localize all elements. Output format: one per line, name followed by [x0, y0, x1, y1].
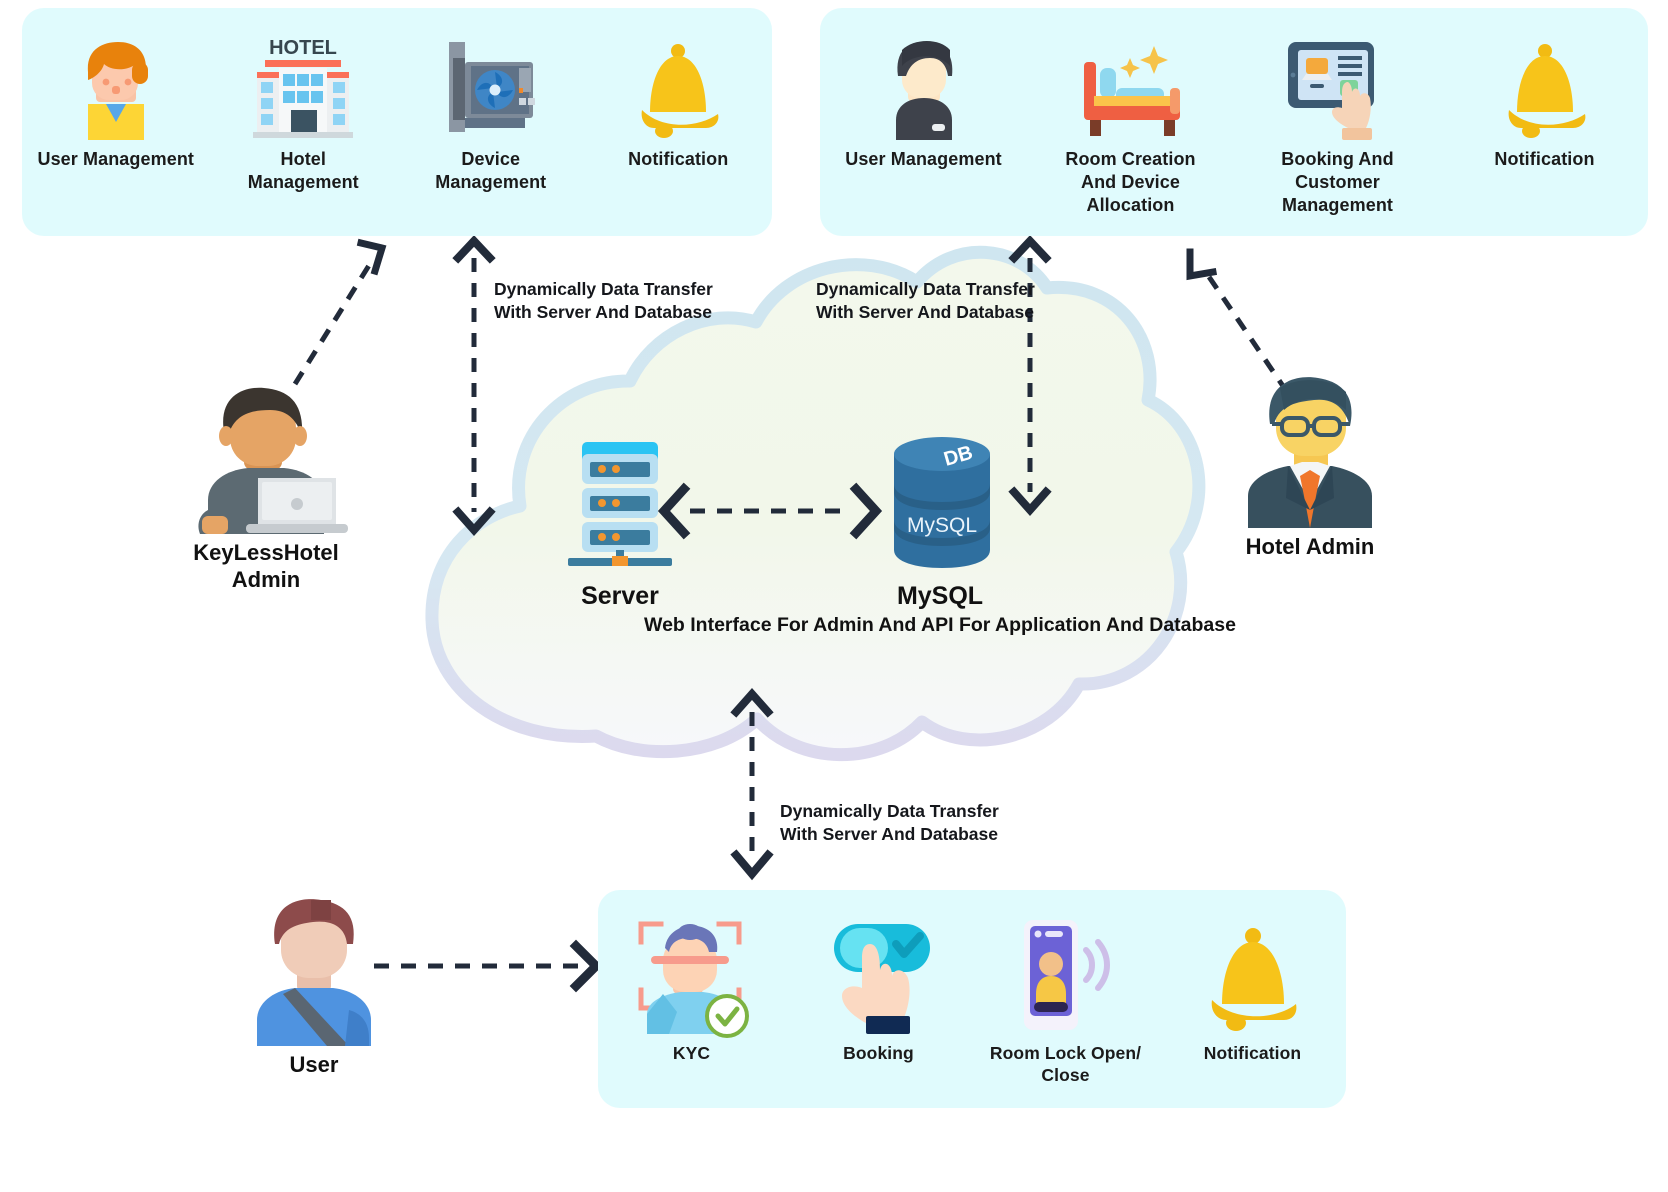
bed-icon [1072, 32, 1190, 140]
hotel-building-icon: HOTEL [249, 32, 357, 140]
feature-label: Notification [628, 149, 729, 169]
panel-keyless-admin-features: User Management HOTEL Hotel Management D… [22, 8, 772, 236]
panel-hotel-admin-features: User Management Room Creation And Device… [820, 8, 1648, 236]
arrow-label-left: Dynamically Data Transfer With Server An… [494, 279, 713, 323]
feature-user-management[interactable]: User Management [36, 8, 196, 171]
panel-user-app-features: KYC Booking Room Lock Open/ Close Notifi… [598, 890, 1346, 1108]
feature-user-management[interactable]: User Management [844, 8, 1004, 171]
feature-label: Notification [1203, 1043, 1302, 1063]
man-bag-icon [249, 888, 379, 1046]
arrow-user-to-panel [374, 939, 603, 993]
svg-text:HOTEL: HOTEL [269, 37, 337, 59]
feature-label: KYC [672, 1043, 711, 1063]
server-icon [568, 438, 672, 566]
man-laptop-icon [186, 382, 348, 534]
phone-nfc-icon [1010, 916, 1122, 1034]
user-dark-icon [874, 32, 974, 140]
feature-label: Hotel Management [247, 149, 359, 193]
feature-hotel-management[interactable]: HOTEL Hotel Management [223, 8, 383, 194]
feature-label: Room Creation And Device Allocation [1065, 149, 1196, 216]
actor-user: User [238, 888, 390, 1079]
feature-notification[interactable]: Notification [598, 8, 758, 171]
cloud-subtitle: Web Interface For Admin And API For Appl… [644, 614, 1236, 636]
diagram-canvas: User Management HOTEL Hotel Management D… [0, 0, 1668, 1192]
arrow-label-right: Dynamically Data Transfer With Server An… [816, 279, 1035, 323]
mysql-database-icon: DB MySQL [888, 434, 996, 570]
man-suit-glasses-icon [1224, 370, 1396, 528]
feature-label: Notification [1494, 149, 1595, 169]
feature-label: Booking And Customer Management [1281, 149, 1394, 216]
feature-kyc[interactable]: KYC [612, 890, 772, 1064]
svg-text:MySQL: MySQL [907, 514, 977, 537]
feature-label: Room Lock Open/ Close [989, 1043, 1142, 1086]
actor-label: User [289, 1052, 339, 1077]
server-label: Server [581, 582, 659, 610]
user-orange-icon [66, 32, 166, 140]
feature-label: Booking [843, 1043, 914, 1063]
feature-notification[interactable]: Notification [1465, 8, 1625, 171]
database-label: MySQL [896, 582, 984, 610]
toggle-tap-icon [820, 916, 938, 1034]
tablet-touch-icon [1282, 32, 1394, 140]
arrow-left-panel-cloud [452, 235, 496, 537]
arrow-server-database [657, 482, 883, 540]
feature-device-management[interactable]: Device Management [411, 8, 571, 194]
arrow-label-bottom: Dynamically Data Transfer With Server An… [780, 801, 999, 845]
feature-room-creation[interactable]: Room Creation And Device Allocation [1051, 8, 1211, 217]
cloud-shape [425, 245, 1206, 762]
face-scan-icon [633, 916, 751, 1038]
actor-label: Hotel Admin [1245, 534, 1375, 559]
actor-keyless-hotel-admin: KeyLessHotel Admin [175, 382, 357, 594]
feature-room-lock[interactable]: Room Lock Open/ Close [986, 890, 1146, 1087]
bell-icon [1198, 916, 1308, 1034]
actor-label: KeyLessHotel Admin [193, 540, 339, 592]
bell-icon [1495, 32, 1595, 140]
bell-icon [628, 32, 728, 140]
arrow-keyless-to-panel [292, 238, 387, 386]
feature-label: User Management [845, 149, 1002, 169]
feature-notification[interactable]: Notification [1173, 890, 1333, 1064]
actor-hotel-admin: Hotel Admin [1222, 370, 1398, 561]
arrow-cloud-bottom-panel [730, 687, 774, 881]
graphics-card-icon [439, 32, 543, 140]
feature-label: Device Management [435, 149, 547, 193]
feature-booking[interactable]: Booking [799, 890, 959, 1064]
feature-booking-customer-management[interactable]: Booking And Customer Management [1258, 8, 1418, 217]
feature-label: User Management [37, 149, 195, 169]
